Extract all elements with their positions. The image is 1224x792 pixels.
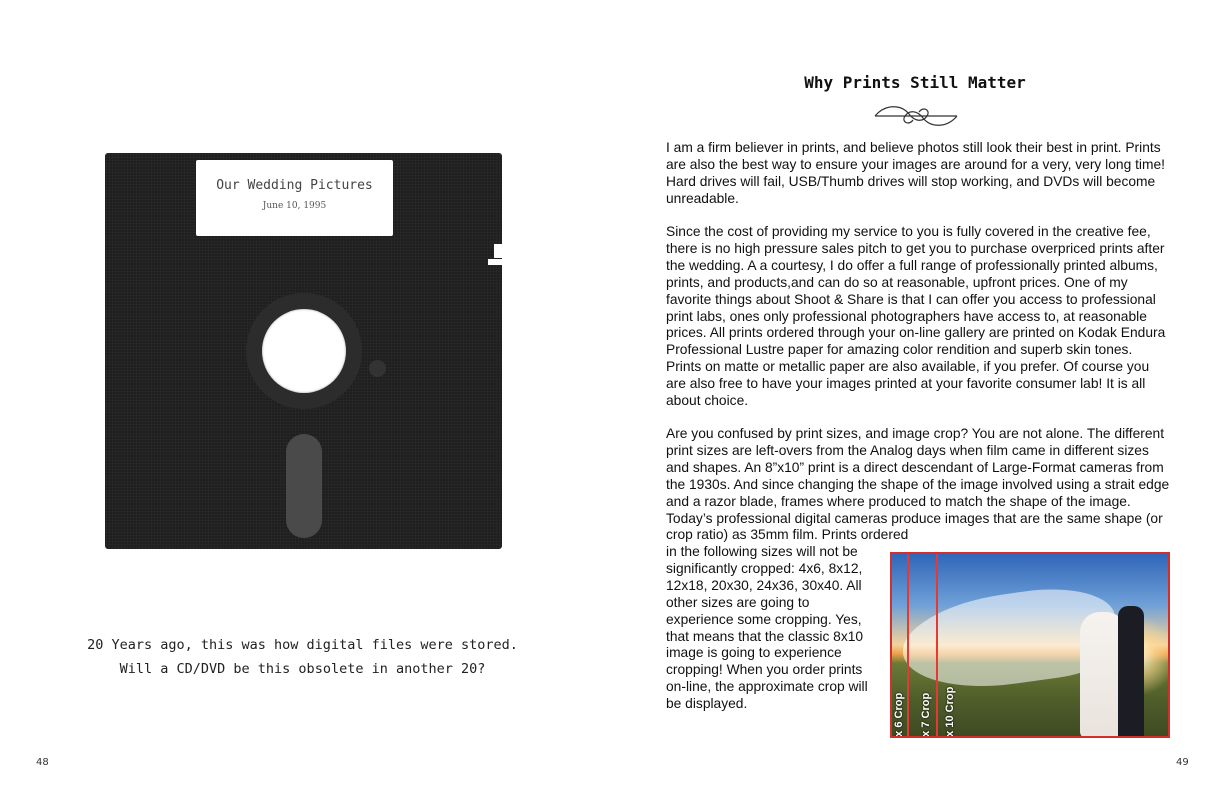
- page-number-left: 48: [36, 757, 49, 768]
- crop-line-4x6: [907, 554, 909, 736]
- paragraph-cost-and-labs: Since the cost of providing my service t…: [666, 224, 1166, 409]
- disk-index-hole: [369, 360, 386, 377]
- paragraph-print-sizes: Are you confused by print sizes, and ima…: [666, 426, 1170, 543]
- decorative-flourish-icon: [874, 106, 958, 126]
- crop-label-5x7: 5 x 7 Crop: [920, 692, 932, 738]
- crop-label-4x6: 4 x 6 Crop: [893, 692, 905, 738]
- groom-figure: [1118, 606, 1144, 736]
- write-protect-notch-lower: [488, 259, 502, 265]
- disk-hub-hole: [262, 309, 346, 393]
- crop-line-5x7: [936, 554, 938, 736]
- paragraph-print-sizes-continued: in the following sizes will not be signi…: [666, 544, 868, 712]
- disk-label-title: Our Wedding Pictures: [216, 178, 373, 193]
- photo-caption: 20 Years ago, this was how digital files…: [60, 633, 545, 681]
- write-protect-notch: [494, 244, 502, 258]
- disk-label: Our Wedding Pictures June 10, 1995: [196, 160, 393, 236]
- wedding-photo-crop-example: 4 x 6 Crop 5 x 7 Crop 8 x 10 Crop: [890, 552, 1170, 738]
- disk-read-slot: [286, 434, 322, 538]
- crop-label-8x10: 8 x 10 Crop: [944, 686, 956, 738]
- paragraph-prints-belief: I am a firm believer in prints, and beli…: [666, 140, 1165, 206]
- page-title: Why Prints Still Matter: [804, 73, 1026, 92]
- disk-label-date: June 10, 1995: [262, 201, 327, 211]
- page-number-right: 49: [1176, 757, 1189, 768]
- caption-line-1: 20 Years ago, this was how digital files…: [87, 637, 518, 653]
- floppy-disk-image: Our Wedding Pictures June 10, 1995: [105, 153, 502, 549]
- caption-line-2: Will a CD/DVD be this obsolete in anothe…: [119, 661, 486, 677]
